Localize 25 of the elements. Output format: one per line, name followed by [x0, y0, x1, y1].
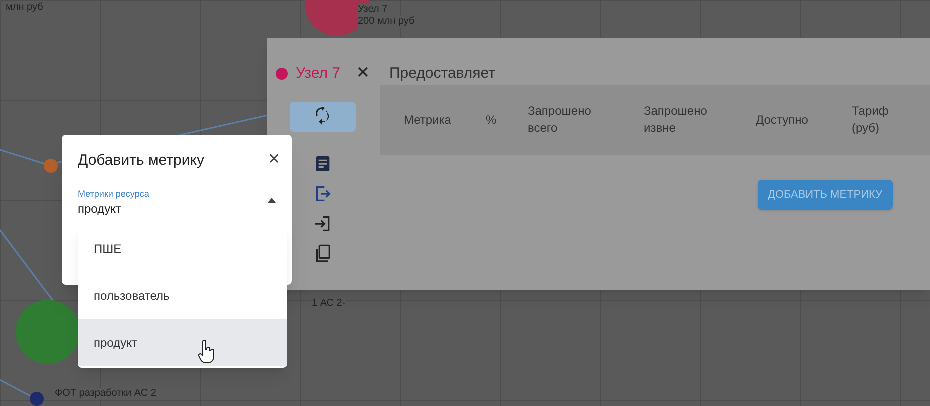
refresh-button[interactable]: [290, 102, 356, 132]
node-label: 200 млн руб: [358, 16, 415, 28]
dropdown-option[interactable]: пользователь: [78, 272, 287, 319]
dropdown-option[interactable]: продукт: [78, 319, 287, 366]
dropdown-option[interactable]: ПШЕ: [78, 225, 287, 272]
hand-cursor-icon: [198, 340, 216, 364]
node-name: Узел 7: [296, 64, 341, 84]
field-value: продукт: [78, 201, 122, 218]
close-button[interactable]: ✕: [356, 62, 370, 86]
select-field[interactable]: Метрики ресурса продукт: [78, 188, 278, 220]
column-header: Запрошено извне: [644, 103, 708, 137]
node-label: Узел 7: [358, 4, 388, 16]
column-header: Метрика: [404, 112, 452, 128]
panel-title: Предоставляет: [390, 64, 496, 84]
field-label: Метрики ресурса: [78, 188, 150, 200]
column-header: %: [486, 112, 498, 128]
dialog-title: Добавить метрику: [78, 151, 204, 171]
node-label: ФОТ разработки АС 2: [55, 388, 156, 400]
graph-node[interactable]: [44, 159, 58, 173]
column-header: Тариф (руб): [852, 103, 890, 137]
graph-node[interactable]: [30, 392, 44, 406]
close-button[interactable]: ✕: [268, 149, 281, 172]
column-header: Доступно: [756, 112, 810, 128]
column-header: Запрошено всего: [528, 103, 592, 137]
edge-label: млн руб: [6, 1, 44, 15]
